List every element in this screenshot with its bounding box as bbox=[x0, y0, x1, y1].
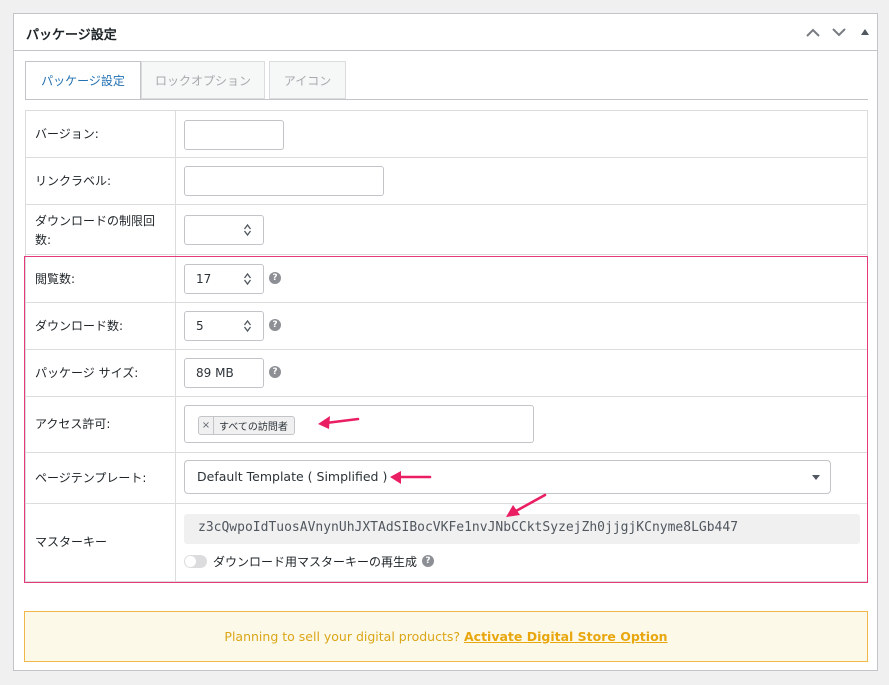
row-download-limit: ダウンロードの制限回 数: bbox=[25, 205, 868, 255]
package-settings-metabox: パッケージ設定 パッケージ設定 ロックオプション アイコン バージョン: リンク… bbox=[13, 13, 878, 671]
label-cell: 閲覧数: bbox=[26, 255, 176, 302]
chip-label: すべての訪問者 bbox=[219, 422, 288, 433]
chip-remove-icon[interactable]: × bbox=[199, 417, 214, 434]
field-cell: 5 ? bbox=[176, 303, 867, 349]
download-limit-input[interactable] bbox=[184, 215, 264, 245]
label-cell: アクセス許可: bbox=[26, 397, 176, 452]
package-size-input[interactable]: 89 MB bbox=[184, 358, 264, 388]
settings-table: バージョン: リンクラベル: ダウンロードの制限回 数: 閲覧数: 17 ? ダ… bbox=[25, 99, 868, 591]
download-limit-label-line2: 数: bbox=[35, 233, 52, 247]
page-template-selected: Default Template ( Simplified ) bbox=[197, 469, 388, 484]
label-cell: リンクラベル: bbox=[26, 158, 176, 204]
toggle-knob bbox=[185, 556, 196, 567]
tab-lock-options[interactable]: ロックオプション bbox=[141, 61, 265, 99]
promo-text: Planning to sell your digital products? bbox=[224, 629, 464, 644]
views-label: 閲覧数: bbox=[35, 272, 76, 286]
page-template-label: ページテンプレート: bbox=[35, 471, 147, 485]
row-master-key: マスターキー z3cQwpoIdTuosAVnynUhJXTAdSIBocVKF… bbox=[25, 504, 868, 582]
link-label-label: リンクラベル: bbox=[35, 174, 112, 188]
access-multiselect[interactable]: × すべての訪問者 bbox=[184, 405, 534, 443]
page-template-select[interactable]: Default Template ( Simplified ) bbox=[184, 460, 831, 494]
metabox-header: パッケージ設定 bbox=[14, 14, 877, 51]
package-size-label: パッケージ サイズ: bbox=[35, 366, 139, 380]
row-page-template: ページテンプレート: Default Template ( Simplified… bbox=[25, 453, 868, 504]
version-input[interactable] bbox=[184, 120, 284, 150]
downloads-label: ダウンロード数: bbox=[35, 319, 124, 333]
caret-up-icon[interactable] bbox=[853, 14, 877, 50]
spinner-icon[interactable] bbox=[243, 319, 252, 333]
regenerate-toggle[interactable] bbox=[184, 555, 207, 568]
field-cell bbox=[176, 158, 867, 204]
spinner-icon[interactable] bbox=[243, 272, 252, 286]
access-label: アクセス許可: bbox=[35, 417, 111, 431]
package-size-value: 89 MB bbox=[196, 366, 234, 380]
master-key-label: マスターキー bbox=[35, 535, 108, 549]
download-limit-label-line1: ダウンロードの制限回 bbox=[35, 214, 156, 228]
label-cell: バージョン: bbox=[26, 111, 176, 157]
views-value: 17 bbox=[196, 272, 212, 286]
field-cell: × すべての訪問者 bbox=[176, 397, 867, 452]
downloads-value: 5 bbox=[196, 319, 204, 333]
field-cell: z3cQwpoIdTuosAVnynUhJXTAdSIBocVKFe1nvJNb… bbox=[176, 504, 867, 581]
tab-label: パッケージ設定 bbox=[41, 74, 125, 88]
promo-banner: Planning to sell your digital products? … bbox=[24, 611, 868, 662]
label-cell: マスターキー bbox=[26, 504, 176, 581]
chevron-up-icon[interactable] bbox=[801, 14, 825, 50]
field-cell: Default Template ( Simplified ) bbox=[176, 453, 867, 503]
spinner-icon[interactable] bbox=[243, 223, 252, 237]
link-label-input[interactable] bbox=[184, 166, 384, 196]
label-cell: ダウンロードの制限回 数: bbox=[26, 205, 176, 254]
label-cell: パッケージ サイズ: bbox=[26, 350, 176, 396]
help-icon[interactable]: ? bbox=[269, 272, 281, 284]
tab-label: ロックオプション bbox=[154, 73, 251, 88]
tab-package-settings[interactable]: パッケージ設定 bbox=[25, 61, 141, 100]
field-cell bbox=[176, 205, 867, 254]
row-downloads: ダウンロード数: 5 ? bbox=[25, 303, 868, 350]
activate-digital-store-link[interactable]: Activate Digital Store Option bbox=[464, 629, 668, 644]
dropdown-caret-icon bbox=[812, 475, 820, 480]
access-chip: × すべての訪問者 bbox=[198, 416, 295, 435]
help-icon[interactable]: ? bbox=[269, 319, 281, 331]
version-label: バージョン: bbox=[35, 127, 99, 141]
master-key-value: z3cQwpoIdTuosAVnynUhJXTAdSIBocVKFe1nvJNb… bbox=[198, 520, 739, 535]
field-cell: 89 MB ? bbox=[176, 350, 867, 396]
tab-icon[interactable]: アイコン bbox=[269, 61, 346, 99]
tab-label: アイコン bbox=[283, 73, 332, 88]
metabox-title: パッケージ設定 bbox=[26, 28, 117, 43]
label-cell: ダウンロード数: bbox=[26, 303, 176, 349]
row-access: アクセス許可: × すべての訪問者 bbox=[25, 397, 868, 453]
downloads-input[interactable]: 5 bbox=[184, 311, 264, 341]
row-link-label: リンクラベル: bbox=[25, 158, 868, 205]
chevron-down-icon[interactable] bbox=[827, 14, 851, 50]
master-key-field[interactable]: z3cQwpoIdTuosAVnynUhJXTAdSIBocVKFe1nvJNb… bbox=[184, 514, 860, 544]
help-icon[interactable]: ? bbox=[269, 366, 281, 378]
row-version: バージョン: bbox=[25, 110, 868, 158]
views-input[interactable]: 17 bbox=[184, 264, 264, 294]
field-cell: 17 ? bbox=[176, 255, 867, 302]
row-views: 閲覧数: 17 ? bbox=[25, 255, 868, 303]
label-cell: ページテンプレート: bbox=[26, 453, 176, 503]
help-icon[interactable]: ? bbox=[422, 555, 434, 567]
field-cell bbox=[176, 111, 867, 157]
row-package-size: パッケージ サイズ: 89 MB ? bbox=[25, 350, 868, 397]
regenerate-label: ダウンロード用マスターキーの再生成 bbox=[213, 555, 418, 569]
